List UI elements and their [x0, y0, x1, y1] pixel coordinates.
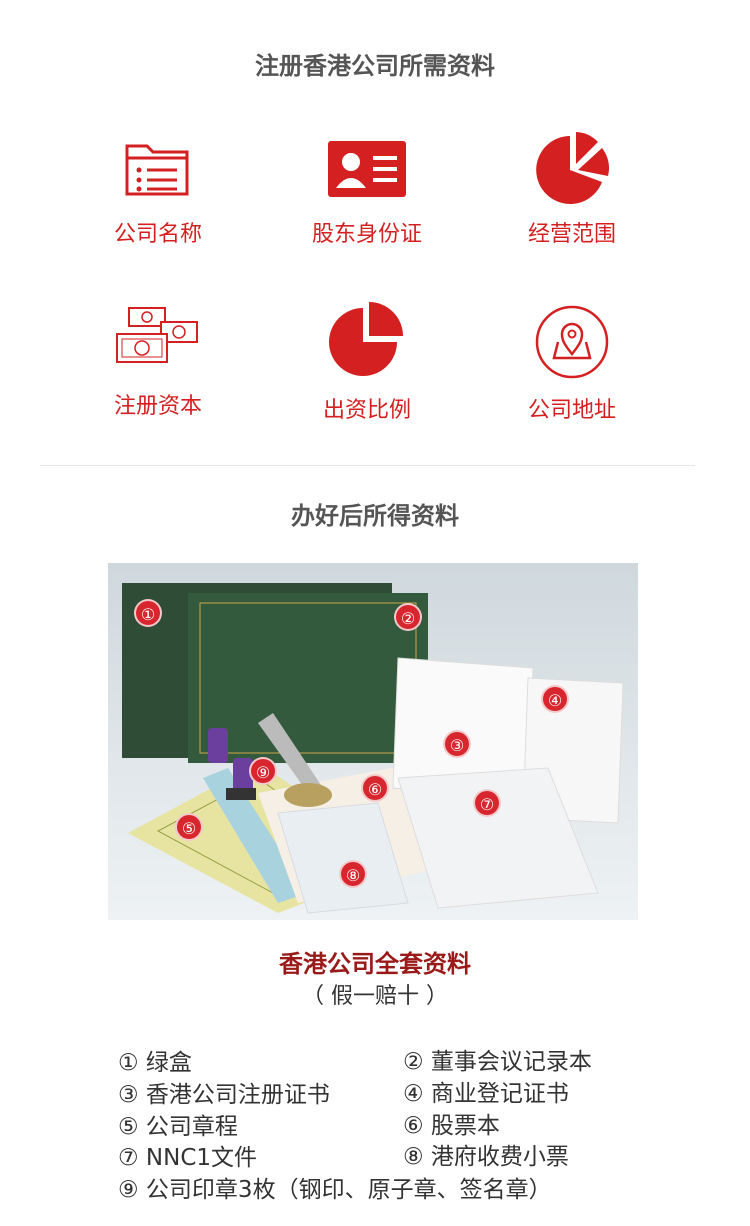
- item-label: 注册资本: [113, 394, 202, 419]
- pie-chart-icon: [536, 132, 610, 204]
- documents-illustration: [108, 563, 638, 920]
- item-capital-ratio: 出资比例: [267, 300, 467, 450]
- item-label: 股东身份证: [311, 222, 422, 247]
- list-item: ① 绿盒: [118, 1050, 192, 1076]
- photo-badge: ⑧: [339, 860, 367, 888]
- photo-badge: ②: [394, 603, 422, 631]
- banknotes-icon: [116, 307, 198, 363]
- list-item: ② 董事会议记录本: [403, 1049, 592, 1075]
- photo-badge: ⑥: [361, 774, 389, 802]
- list-item: ⑥ 股票本: [403, 1113, 500, 1139]
- photo-badge: ⑤: [175, 813, 203, 841]
- item-company-address: 公司地址: [472, 300, 672, 450]
- item-label: 经营范围: [527, 222, 616, 247]
- list-item: ⑤ 公司章程: [118, 1114, 238, 1140]
- item-company-name: 公司名称: [58, 128, 258, 278]
- documents-photo: ① ② ③ ④ ⑤ ⑥ ⑦ ⑧ ⑨: [108, 563, 638, 920]
- section-title-required: 注册香港公司所需资料: [255, 52, 495, 80]
- item-registered-capital: 注册资本: [58, 300, 258, 450]
- photo-badge: ③: [443, 730, 471, 758]
- list-item: ⑧ 港府收费小票: [403, 1144, 569, 1170]
- photo-badge: ①: [134, 599, 162, 627]
- map-pin-icon: [535, 305, 609, 379]
- pie-quarter-icon: [329, 302, 403, 376]
- item-shareholder-id: 股东身份证: [267, 128, 467, 278]
- item-label: 公司名称: [113, 222, 202, 247]
- photo-badge: ⑦: [473, 789, 501, 817]
- item-business-scope: 经营范围: [472, 128, 672, 278]
- item-label: 公司地址: [527, 398, 616, 423]
- photo-caption: 香港公司全套资料: [279, 950, 471, 978]
- list-item: ④ 商业登记证书: [403, 1081, 569, 1107]
- item-label: 出资比例: [322, 398, 411, 423]
- section-title-obtained: 办好后所得资料: [291, 502, 459, 530]
- list-item: ③ 香港公司注册证书: [118, 1082, 330, 1108]
- photo-subcaption: （ 假一赔十 ）: [302, 984, 448, 1009]
- folder-list-icon: [125, 144, 189, 196]
- id-card-icon: [328, 141, 406, 197]
- photo-badge: ⑨: [249, 757, 277, 785]
- photo-badge: ④: [541, 685, 569, 713]
- list-item: ⑨ 公司印章3枚（钢印、原子章、签名章）: [118, 1177, 552, 1203]
- section-divider: [40, 465, 695, 466]
- list-item: ⑦ NNC1文件: [118, 1145, 258, 1171]
